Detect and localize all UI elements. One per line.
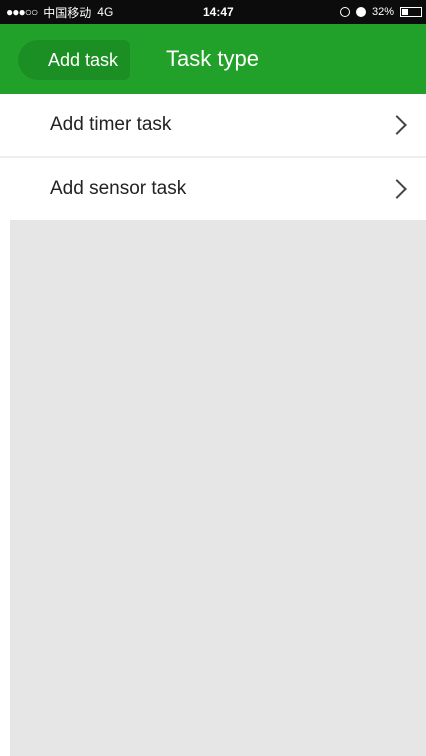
location-icon <box>339 7 350 17</box>
task-type-list: Add timer task Add sensor task <box>0 94 426 220</box>
status-time: 14:47 <box>203 5 234 19</box>
back-button-label: Add task <box>48 49 119 70</box>
alarm-icon <box>355 7 366 17</box>
battery-percent: 32% <box>371 6 394 18</box>
back-button[interactable]: Add task <box>18 40 131 80</box>
screen: ●●●○○ 中国移动 4G 14:47 32% Add task Task ty… <box>0 0 426 756</box>
network-type: 4G <box>97 5 114 19</box>
list-item-label: Add sensor task <box>50 178 187 199</box>
status-left: ●●●○○ 中国移动 4G <box>6 0 113 24</box>
carrier-name: 中国移动 <box>43 5 92 20</box>
list-item-label: Add timer task <box>50 114 172 135</box>
chevron-right-icon <box>387 179 407 199</box>
status-right: 32% <box>339 0 422 24</box>
nav-bar: Add task Task type <box>0 24 426 94</box>
chevron-right-icon <box>387 115 407 135</box>
status-bar: ●●●○○ 中国移动 4G 14:47 32% <box>0 0 426 24</box>
empty-content-area <box>10 220 426 756</box>
signal-strength-icon: ●●●○○ <box>6 5 38 19</box>
page-title: Task type <box>166 46 259 71</box>
battery-fill <box>402 9 408 15</box>
list-item-add-sensor-task[interactable]: Add sensor task <box>0 156 426 220</box>
list-item-add-timer-task[interactable]: Add timer task <box>0 94 426 156</box>
battery-icon <box>400 7 422 17</box>
